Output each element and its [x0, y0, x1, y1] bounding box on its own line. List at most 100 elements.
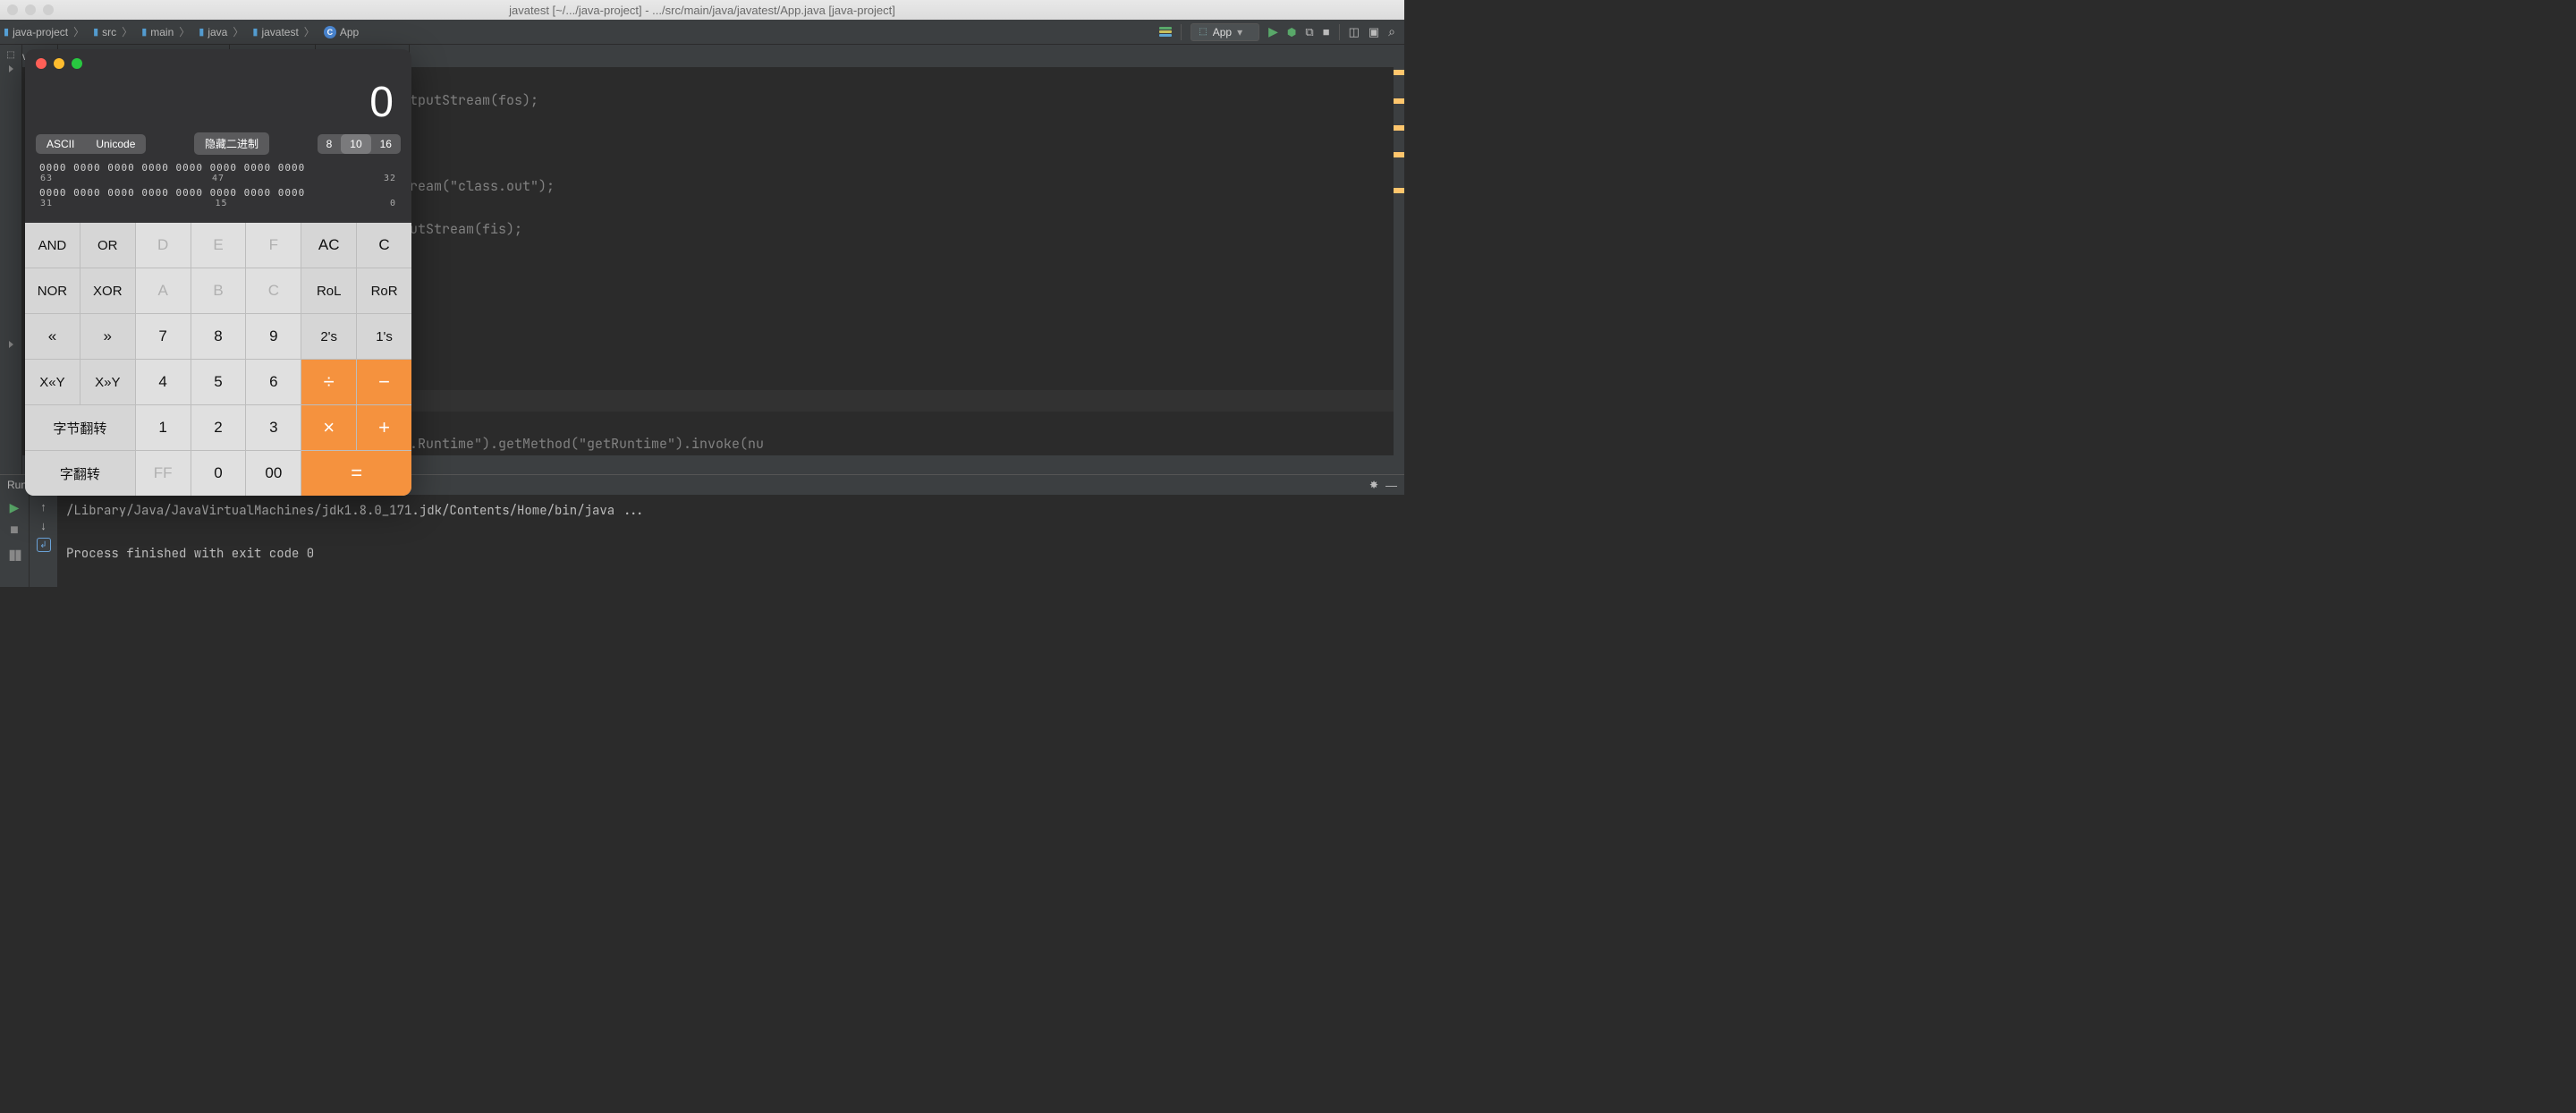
- key-or[interactable]: OR: [80, 223, 135, 268]
- layout-icon[interactable]: ◫: [1349, 25, 1360, 39]
- soft-wrap-icon[interactable]: ↲: [37, 538, 51, 552]
- down-icon[interactable]: ↓: [40, 519, 47, 532]
- key-times[interactable]: ×: [301, 405, 356, 450]
- binary-display[interactable]: 0000 0000 0000 0000 0000 0000 0000 0000 …: [34, 155, 402, 212]
- zoom-traffic-light[interactable]: [72, 58, 82, 69]
- key-3[interactable]: 3: [246, 405, 301, 450]
- run-button[interactable]: ▶: [1268, 24, 1278, 39]
- key-b[interactable]: B: [191, 268, 246, 313]
- macos-titlebar: javatest [~/.../java-project] - .../src/…: [0, 0, 1404, 20]
- key-a[interactable]: A: [136, 268, 191, 313]
- key-4[interactable]: 4: [136, 360, 191, 404]
- key-ror[interactable]: RoR: [357, 268, 411, 313]
- folder-icon: ▮: [252, 26, 258, 38]
- navigation-toolbar: ▮java-project〉 ▮src〉 ▮main〉 ▮java〉 ▮java…: [0, 20, 1404, 45]
- minimize-traffic-light[interactable]: [54, 58, 64, 69]
- toolbar-right: ⬚ App ▾ ▶ ⬢ ⧉ ■ ◫ ▣ ⌕: [1150, 23, 1404, 41]
- stop-button[interactable]: ■: [10, 523, 19, 539]
- breadcrumb-item[interactable]: ▮java-project〉: [0, 24, 89, 39]
- binary-icon[interactable]: [1159, 27, 1172, 37]
- tool-tab-icon[interactable]: ⬚: [6, 50, 14, 60]
- pause-button[interactable]: ▮▮: [8, 546, 21, 564]
- base-8-button[interactable]: 8: [318, 134, 342, 154]
- traffic-lights: [34, 55, 402, 78]
- calc-keypad: AND OR D E F AC C NOR XOR A B C RoL RoR …: [25, 223, 411, 496]
- key-2[interactable]: 2: [191, 405, 246, 450]
- rerun-button[interactable]: ▶: [10, 500, 20, 515]
- key-xor[interactable]: XOR: [80, 268, 135, 313]
- key-equals[interactable]: =: [301, 451, 411, 496]
- stop-button[interactable]: ■: [1323, 25, 1330, 38]
- key-ff[interactable]: FF: [136, 451, 191, 496]
- key-and[interactable]: AND: [25, 223, 80, 268]
- key-byte-flip[interactable]: 字节翻转: [25, 405, 135, 450]
- breadcrumb-item[interactable]: ▮java〉: [195, 24, 249, 39]
- key-1[interactable]: 1: [136, 405, 191, 450]
- key-divide[interactable]: ÷: [301, 360, 356, 404]
- run-controls-col: ▶ ■ ▮▮: [0, 495, 29, 587]
- minimize-icon[interactable]: —: [1385, 479, 1397, 492]
- warning-marker[interactable]: [1394, 98, 1404, 104]
- search-icon[interactable]: ⌕: [1388, 24, 1395, 39]
- key-c[interactable]: C: [357, 223, 411, 268]
- warning-marker[interactable]: [1394, 188, 1404, 193]
- unicode-mode-button[interactable]: Unicode: [85, 134, 146, 154]
- console-output[interactable]: /Library/Java/JavaVirtualMachines/jdk1.8…: [57, 495, 1404, 587]
- layout-icon[interactable]: ▣: [1368, 25, 1379, 39]
- key-f[interactable]: F: [246, 223, 301, 268]
- debug-button[interactable]: ⬢: [1287, 26, 1296, 38]
- error-stripe[interactable]: [1394, 45, 1404, 474]
- encoding-segmented[interactable]: ASCII Unicode: [36, 134, 146, 154]
- base-10-button[interactable]: 10: [341, 134, 370, 154]
- disabled-dot: [43, 4, 54, 15]
- hide-binary-button[interactable]: 隐藏二进制: [194, 132, 269, 155]
- key-1s[interactable]: 1's: [357, 314, 411, 359]
- calculator-window: 0 ASCII Unicode 隐藏二进制 8 10 16 0000 0000 …: [25, 49, 411, 496]
- key-xshl[interactable]: X«Y: [25, 360, 80, 404]
- coverage-icon[interactable]: ⧉: [1305, 25, 1313, 39]
- key-plus[interactable]: +: [357, 405, 411, 450]
- calc-display: 0: [34, 78, 402, 132]
- key-2s[interactable]: 2's: [301, 314, 356, 359]
- warning-marker[interactable]: [1394, 125, 1404, 131]
- run-controls-col2: ↑ ↓ ↲: [29, 495, 57, 587]
- key-word-flip[interactable]: 字翻转: [25, 451, 135, 496]
- breadcrumb-item[interactable]: ▮main〉: [138, 24, 195, 39]
- key-5[interactable]: 5: [191, 360, 246, 404]
- run-body: ▶ ■ ▮▮ ↑ ↓ ↲ /Library/Java/JavaVirtualMa…: [0, 495, 1404, 587]
- breadcrumb-item[interactable]: CApp: [320, 26, 362, 38]
- chevron-collapsed-icon[interactable]: [9, 341, 13, 348]
- key-00[interactable]: 00: [246, 451, 301, 496]
- key-rol[interactable]: RoL: [301, 268, 356, 313]
- warning-marker[interactable]: [1394, 152, 1404, 157]
- breadcrumb-item[interactable]: ▮src〉: [89, 24, 138, 39]
- key-e[interactable]: E: [191, 223, 246, 268]
- key-shr[interactable]: »: [80, 314, 135, 359]
- warning-marker[interactable]: [1394, 70, 1404, 75]
- folder-icon: ▮: [93, 26, 98, 38]
- breadcrumb-item[interactable]: ▮javatest〉: [249, 24, 319, 39]
- run-config-select[interactable]: ⬚ App ▾: [1191, 23, 1259, 41]
- key-nor[interactable]: NOR: [25, 268, 80, 313]
- key-9[interactable]: 9: [246, 314, 301, 359]
- key-7[interactable]: 7: [136, 314, 191, 359]
- up-icon[interactable]: ↑: [40, 500, 47, 514]
- key-8[interactable]: 8: [191, 314, 246, 359]
- key-6[interactable]: 6: [246, 360, 301, 404]
- base-16-button[interactable]: 16: [371, 134, 401, 154]
- key-ac[interactable]: AC: [301, 223, 356, 268]
- key-minus[interactable]: −: [357, 360, 411, 404]
- key-xshr[interactable]: X»Y: [80, 360, 135, 404]
- key-hex-c[interactable]: C: [246, 268, 301, 313]
- folder-icon: ▮: [199, 26, 204, 38]
- traffic-lights-disabled: [7, 4, 54, 15]
- project-tool-sidebar[interactable]: ⬚: [0, 45, 22, 474]
- base-segmented[interactable]: 8 10 16: [318, 134, 401, 154]
- key-d[interactable]: D: [136, 223, 191, 268]
- key-0[interactable]: 0: [191, 451, 246, 496]
- key-shl[interactable]: «: [25, 314, 80, 359]
- settings-icon[interactable]: ✸: [1369, 479, 1378, 491]
- chevron-down-icon[interactable]: [9, 65, 13, 72]
- ascii-mode-button[interactable]: ASCII: [36, 134, 85, 154]
- close-traffic-light[interactable]: [36, 58, 47, 69]
